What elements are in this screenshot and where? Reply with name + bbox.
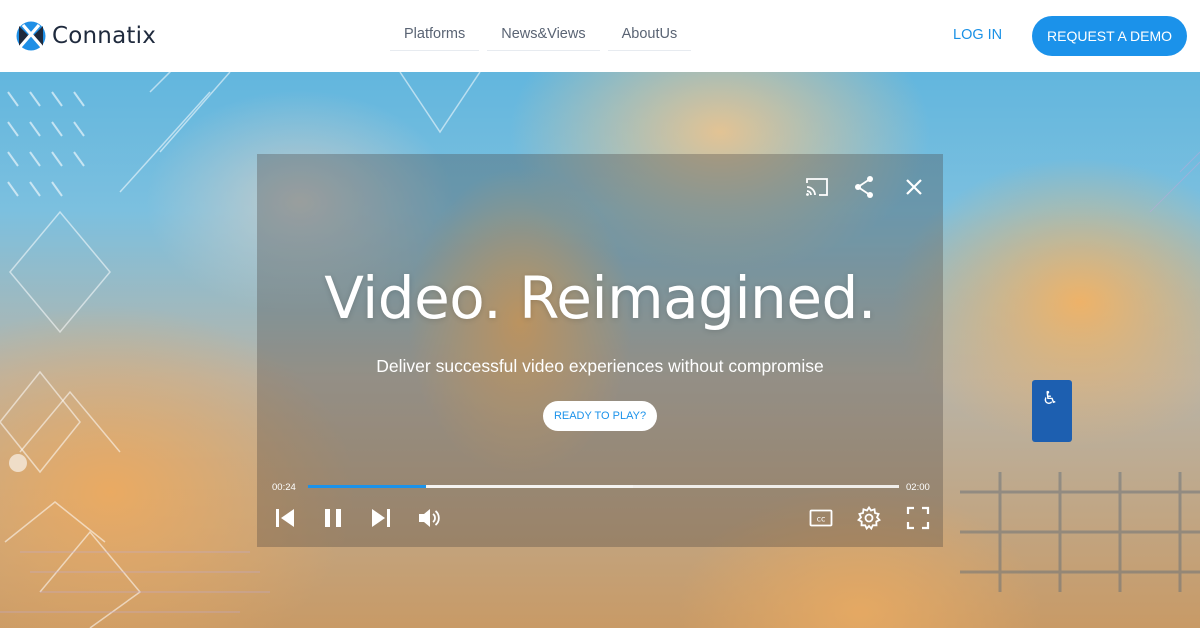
progress-fill [308, 485, 427, 488]
hero-subheadline: Deliver successful video experiences wit… [376, 356, 824, 376]
progress-bar[interactable] [308, 485, 899, 488]
request-demo-button[interactable]: REQUEST A DEMO [1032, 16, 1187, 56]
ready-to-play-button[interactable]: READY TO PLAY? [543, 401, 657, 431]
video-player[interactable]: Video. Reimagined. Deliver successful vi… [257, 154, 943, 547]
pause-icon[interactable] [320, 505, 346, 531]
site-header: Connatix Platforms News&Views AboutUs LO… [0, 0, 1200, 72]
brand-logo[interactable]: Connatix [16, 20, 156, 52]
hero-headline: Video. Reimagined. [324, 264, 876, 332]
settings-gear-icon[interactable] [856, 505, 882, 531]
current-time: 00:24 [272, 482, 296, 493]
main-nav: Platforms News&Views AboutUs [390, 24, 699, 51]
duration-time: 02:00 [906, 482, 930, 493]
brand-name: Connatix [52, 23, 156, 49]
background-fence-decoration [960, 472, 1200, 592]
svg-text:cc: cc [817, 515, 826, 524]
accessible-parking-sign: ♿ [1032, 380, 1072, 442]
nav-item-news-views[interactable]: News&Views [487, 24, 600, 51]
skip-previous-icon[interactable] [272, 505, 298, 531]
volume-icon[interactable] [416, 505, 442, 531]
share-icon[interactable] [851, 174, 877, 200]
fullscreen-icon[interactable] [905, 505, 931, 531]
skip-next-icon[interactable] [368, 505, 394, 531]
wheelchair-icon: ♿ [1042, 388, 1059, 408]
connatix-x-logo-icon [16, 21, 46, 51]
cast-icon[interactable] [804, 174, 830, 200]
close-icon[interactable] [901, 174, 927, 200]
nav-item-platforms[interactable]: Platforms [390, 24, 480, 51]
closed-captions-icon[interactable]: cc [808, 505, 834, 531]
nav-item-about-us[interactable]: AboutUs [607, 24, 692, 51]
login-link[interactable]: LOG IN [953, 27, 1002, 43]
